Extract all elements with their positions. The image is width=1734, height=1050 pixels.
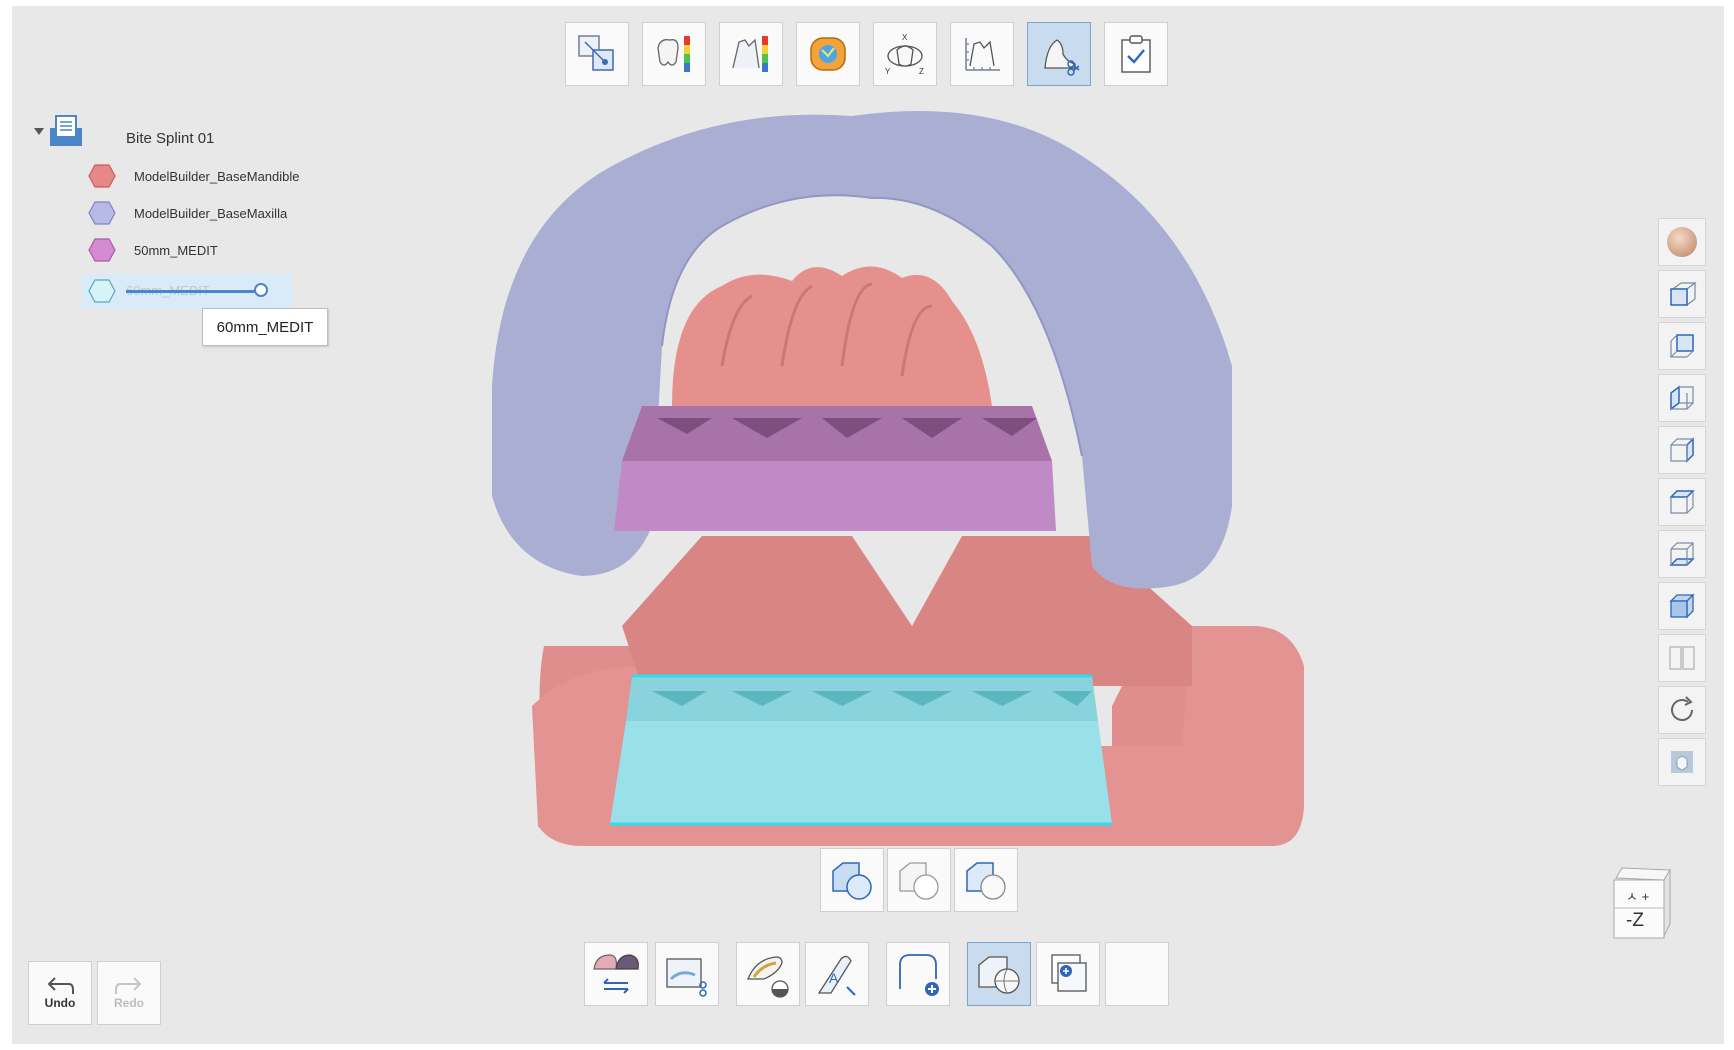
fill-bubble-icon [747,956,789,998]
boolean-subtract-button[interactable] [887,848,951,912]
align-tool-button[interactable] [565,22,629,86]
view-iso-button[interactable] [1658,582,1706,630]
view-bottom-button[interactable] [1658,530,1706,578]
trim-scissors-icon [1044,39,1080,76]
block-60mm-front [610,721,1112,824]
add-object-icon [1051,954,1087,992]
text-emboss-icon: A [817,955,856,996]
deviation-tool-button[interactable] [642,22,706,86]
scene-3d[interactable] [492,106,1352,846]
svg-text:Y: Y [885,67,891,76]
view-top-button[interactable] [1658,478,1706,526]
undo-arrow-icon [47,977,74,994]
reset-view-button[interactable] [1658,686,1706,734]
add-object-button[interactable] [1036,942,1100,1006]
ruler-measure-icon [965,38,1000,71]
undo-button[interactable]: Undo [28,961,92,1025]
redo-arrow-icon [115,977,142,994]
cube-iso-icon [1669,593,1695,619]
boolean-union-button[interactable] [820,848,884,912]
opacity-slider-handle[interactable] [254,283,268,297]
cube-left-icon [1670,385,1694,411]
tree-item-maxilla[interactable]: ModelBuilder_BaseMaxilla [88,199,287,227]
section-profile-icon [732,36,768,72]
swap-jaws-icon [593,954,639,994]
text-emboss-button[interactable]: A [805,942,869,1006]
hexagon-icon [88,238,116,262]
rotate-reset-icon [1671,696,1693,721]
remove-bubble-button[interactable] [736,942,800,1006]
collapse-arrow-icon[interactable] [32,126,46,136]
view-cube-top-label: ㅅ + [1626,889,1650,904]
cube-bottom-icon [1669,542,1695,566]
undo-label: Undo [44,996,76,1010]
project-label[interactable]: Bite Splint 01 [126,130,214,147]
trim-area-icon [666,958,707,997]
opacity-slider-track[interactable] [126,290,262,293]
viewport[interactable]: X Y Z Bite Splint 01 ModelBuilder_BaseMand… [12,6,1724,1044]
axis-tool-button[interactable]: X Y Z [873,22,937,86]
split-view-icon [1669,646,1695,670]
tree-item-mandible[interactable]: ModelBuilder_BaseMandible [88,162,300,190]
redo-button[interactable]: Redo [97,961,161,1025]
occlusion-tool-button[interactable] [796,22,860,86]
align-icon [578,35,614,71]
single-view-button[interactable] [1658,738,1706,786]
tree-item-label: ModelBuilder_BaseMaxilla [134,205,288,221]
trim-area-button[interactable] [655,942,719,1006]
project-icon [50,115,82,146]
view-left-button[interactable] [1658,374,1706,422]
tree-item-60mm[interactable]: 60mm_MEDIT [82,274,292,308]
hexagon-icon [88,201,116,225]
boolean-cube-sphere-icon [978,956,1020,994]
empty-slot-button[interactable] [1105,942,1169,1006]
view-front-button[interactable] [1658,270,1706,318]
tree-item-50mm[interactable]: 50mm_MEDIT [88,236,218,264]
block-50mm-front [614,461,1056,531]
split-view-button[interactable] [1658,634,1706,682]
occlusion-map-icon [810,37,846,71]
material-view-button[interactable] [1658,218,1706,266]
cube-back-icon [1670,334,1694,358]
hexagon-icon [88,164,116,188]
add-margin-button[interactable] [886,942,950,1006]
axis-rotate-icon: X Y Z [885,33,924,76]
subtract-cube-sphere-icon [899,862,939,900]
trim-tool-button[interactable] [1027,22,1091,86]
intersect-cube-sphere-icon [966,862,1006,900]
block-60mm-top [626,676,1098,721]
boolean-intersect-button[interactable] [954,848,1018,912]
cube-top-icon [1669,490,1695,514]
svg-text:A: A [829,970,839,986]
tooltip: 60mm_MEDIT [202,308,328,346]
svg-text:X: X [902,33,908,42]
view-back-button[interactable] [1658,322,1706,370]
add-contour-icon [899,954,939,996]
swap-models-button[interactable] [584,942,648,1006]
material-sphere-icon [1667,227,1697,257]
hexagon-icon [88,279,116,303]
cube-right-icon [1670,437,1694,463]
complete-tool-button[interactable] [1104,22,1168,86]
measure-tool-button[interactable] [950,22,1014,86]
clipboard-check-icon [1121,35,1151,73]
view-cube-front-label: -Z [1626,910,1644,931]
section-tool-button[interactable] [719,22,783,86]
tree-item-label: ModelBuilder_BaseMandible [134,168,300,184]
boolean-tool-button[interactable] [967,942,1031,1006]
cube-front-icon [1670,281,1697,307]
deviation-map-icon [657,36,690,72]
union-cube-sphere-icon [832,862,872,900]
redo-label: Redo [114,996,144,1010]
view-right-button[interactable] [1658,426,1706,474]
tree-item-label: 50mm_MEDIT [134,242,218,258]
svg-text:Z: Z [919,67,924,76]
cube-solid-icon [1671,751,1693,773]
